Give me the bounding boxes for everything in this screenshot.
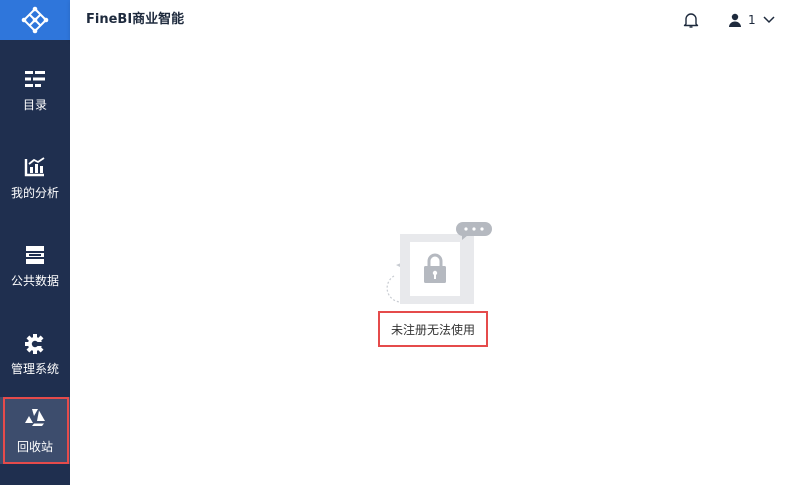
user-menu[interactable]: 1: [728, 11, 776, 29]
sidebar-item-label: 目录: [22, 98, 47, 112]
sidebar-item-my-analysis[interactable]: 我的分析: [0, 150, 70, 238]
sidebar: 目录 我的分析 公共数据 管理系统 回收站: [0, 0, 70, 485]
finebi-logo-icon: [21, 6, 49, 34]
unregistered-message: 未注册无法使用: [378, 311, 488, 347]
sidebar-item-label: 我的分析: [10, 186, 59, 200]
main-content: 未注册无法使用: [70, 40, 800, 485]
sidebar-item-label: 公共数据: [10, 274, 59, 288]
notification-bell-icon[interactable]: [682, 11, 700, 29]
user-icon: [729, 13, 741, 27]
sidebar-item-recycle-bin[interactable]: 回收站: [0, 397, 70, 464]
sidebar-item-public-data[interactable]: 公共数据: [0, 238, 70, 326]
logo[interactable]: [0, 0, 70, 40]
top-bar: FineBI商业智能 1: [70, 0, 800, 40]
sidebar-item-label: 回收站: [16, 440, 53, 454]
database-icon: [0, 245, 70, 267]
user-name: 1: [748, 13, 756, 27]
sidebar-item-label: 管理系统: [10, 362, 59, 376]
locked-illustration: [376, 218, 494, 308]
gear-icon: [0, 333, 70, 355]
app-title: FineBI商业智能: [86, 12, 185, 27]
catalog-icon: [0, 69, 70, 91]
recycle-icon: [0, 407, 70, 429]
analysis-icon: [0, 157, 70, 179]
chevron-down-icon: [763, 16, 775, 24]
sidebar-item-catalog[interactable]: 目录: [0, 62, 70, 150]
